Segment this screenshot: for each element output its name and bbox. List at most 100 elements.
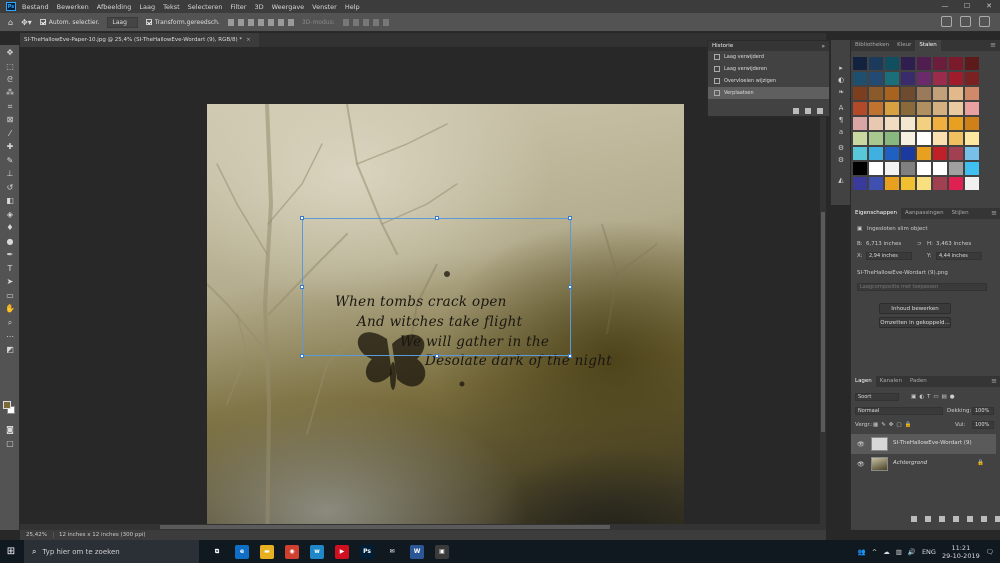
file-explorer-icon[interactable]: ▬: [260, 544, 274, 559]
color-swatch[interactable]: [885, 102, 899, 115]
width-value[interactable]: 6,713 inches: [866, 241, 901, 247]
transform-handle[interactable]: [300, 285, 304, 289]
clone-stamp-tool-icon[interactable]: ⊥: [4, 169, 16, 178]
color-swatch[interactable]: [917, 177, 931, 190]
photoshop-icon[interactable]: Ps: [360, 544, 374, 559]
color-swatch[interactable]: [933, 57, 947, 70]
align-center-icon[interactable]: [237, 18, 244, 26]
color-swatch[interactable]: [949, 72, 963, 85]
color-swatch[interactable]: [949, 177, 963, 190]
color-swatch[interactable]: [933, 72, 947, 85]
color-swatch[interactable]: [917, 132, 931, 145]
screen-mode-icon[interactable]: ▢: [4, 439, 16, 448]
panel-icon[interactable]: ◭: [837, 176, 845, 184]
panel-menu-icon[interactable]: ≡: [991, 208, 997, 219]
align-bottom-icon[interactable]: [277, 18, 284, 26]
eyedropper-tool-icon[interactable]: ⁄: [4, 129, 16, 138]
auto-select-checkbox[interactable]: [39, 19, 46, 25]
menu-laag[interactable]: Laag: [139, 3, 155, 11]
tab-lagen[interactable]: Lagen: [851, 376, 876, 387]
color-swatch[interactable]: [885, 57, 899, 70]
collapse-icon[interactable]: »: [821, 43, 825, 50]
blog-app-icon[interactable]: w: [310, 544, 324, 559]
color-swatch[interactable]: [853, 57, 867, 70]
color-swatch[interactable]: [949, 162, 963, 175]
glyphs-icon[interactable]: a: [837, 128, 845, 136]
menu-weergave[interactable]: Weergave: [272, 3, 305, 11]
language-indicator[interactable]: ENG: [922, 548, 936, 556]
paragraph-icon[interactable]: ¶: [837, 116, 845, 124]
auto-select-toggle[interactable]: Autom. selectier.: [39, 19, 99, 26]
clock[interactable]: 11:21 29-10-2019: [942, 544, 980, 560]
windows-start-icon[interactable]: ⊞: [0, 540, 22, 563]
color-swatch[interactable]: [933, 87, 947, 100]
color-swatch[interactable]: [965, 147, 979, 160]
shape-tool-icon[interactable]: ▭: [4, 291, 16, 300]
layer-comp-select[interactable]: Laagcompositie met toepassen: [857, 283, 987, 291]
frame-tool-icon[interactable]: ⊠: [4, 115, 16, 124]
transform-checkbox[interactable]: [145, 19, 152, 25]
lasso-tool-icon[interactable]: ᘓ: [4, 75, 16, 84]
color-swatch[interactable]: [869, 102, 883, 115]
magic-wand-tool-icon[interactable]: ⁂: [4, 88, 16, 97]
color-swatch[interactable]: [965, 177, 979, 190]
fill-field[interactable]: 100%: [972, 421, 994, 429]
color-swatch[interactable]: [853, 117, 867, 130]
horizontal-scroll-thumb[interactable]: [160, 525, 610, 529]
roll-3d-icon[interactable]: [352, 18, 359, 26]
layer-filter-icons[interactable]: ▣◐T▭▤●: [911, 394, 958, 400]
eraser-tool-icon[interactable]: ◧: [4, 196, 16, 205]
transform-handle[interactable]: [568, 216, 572, 220]
color-swatch[interactable]: [949, 57, 963, 70]
more-tools-icon[interactable]: ⋯: [4, 332, 16, 341]
color-swatch[interactable]: [869, 87, 883, 100]
color-swatch[interactable]: [885, 117, 899, 130]
trash-icon[interactable]: [817, 108, 823, 114]
type-tool-icon[interactable]: T: [4, 264, 16, 273]
workspace-icon[interactable]: [960, 16, 971, 27]
history-item[interactable]: Overvloeien wijzigen: [708, 75, 829, 87]
transform-handle[interactable]: [568, 354, 572, 358]
color-swatch[interactable]: [869, 162, 883, 175]
group-icon[interactable]: [967, 516, 973, 522]
app-10-icon[interactable]: ▣: [435, 544, 449, 559]
color-swatch[interactable]: [901, 87, 915, 100]
x-field[interactable]: 2,94 inches: [866, 252, 912, 260]
visibility-eye-icon[interactable]: 👁: [857, 441, 865, 448]
minimize-button[interactable]: —: [934, 0, 956, 13]
tab-stijlen[interactable]: Stijlen: [948, 208, 973, 219]
tab-stalen[interactable]: Stalen: [915, 40, 941, 51]
transform-handle[interactable]: [568, 285, 572, 289]
align-middle-icon[interactable]: [267, 18, 274, 26]
tab-kanalen[interactable]: Kanalen: [876, 376, 906, 387]
tab-bibliotheken[interactable]: Bibliotheken: [851, 40, 893, 51]
color-swatch[interactable]: [853, 162, 867, 175]
notification-icon[interactable]: 🗨: [986, 548, 994, 556]
color-swatch[interactable]: [933, 177, 947, 190]
color-swatch[interactable]: [917, 102, 931, 115]
edit-contents-button[interactable]: Inhoud bewerken: [879, 303, 951, 314]
blur-tool-icon[interactable]: ♦: [4, 223, 16, 232]
taskbar-search[interactable]: ⌕ Typ hier om te zoeken: [24, 540, 199, 563]
new-document-icon[interactable]: [793, 108, 799, 114]
color-swatch[interactable]: [933, 132, 947, 145]
color-swatch[interactable]: [869, 147, 883, 160]
color-swatch[interactable]: [885, 72, 899, 85]
color-swatch[interactable]: [917, 162, 931, 175]
color-swatch[interactable]: [965, 117, 979, 130]
height-value[interactable]: 3,463 inches: [936, 241, 971, 247]
opacity-field[interactable]: 100%: [972, 407, 994, 415]
brush-tool-icon[interactable]: ✎: [4, 156, 16, 165]
mask-icon[interactable]: [939, 516, 945, 522]
zoom-level[interactable]: 25,42%: [20, 532, 54, 538]
color-swatch[interactable]: [869, 177, 883, 190]
color-swatch[interactable]: [901, 132, 915, 145]
color-swatch[interactable]: [917, 147, 931, 160]
panel-icon[interactable]: ⚙: [837, 144, 845, 152]
transform-handle[interactable]: [435, 216, 439, 220]
orbit-3d-icon[interactable]: [342, 18, 349, 26]
paint-bucket-tool-icon[interactable]: ◈: [4, 210, 16, 219]
menu-afbeelding[interactable]: Afbeelding: [97, 3, 132, 11]
y-field[interactable]: 4,44 inches: [936, 252, 982, 260]
history-brush-tool-icon[interactable]: ↺: [4, 183, 16, 192]
